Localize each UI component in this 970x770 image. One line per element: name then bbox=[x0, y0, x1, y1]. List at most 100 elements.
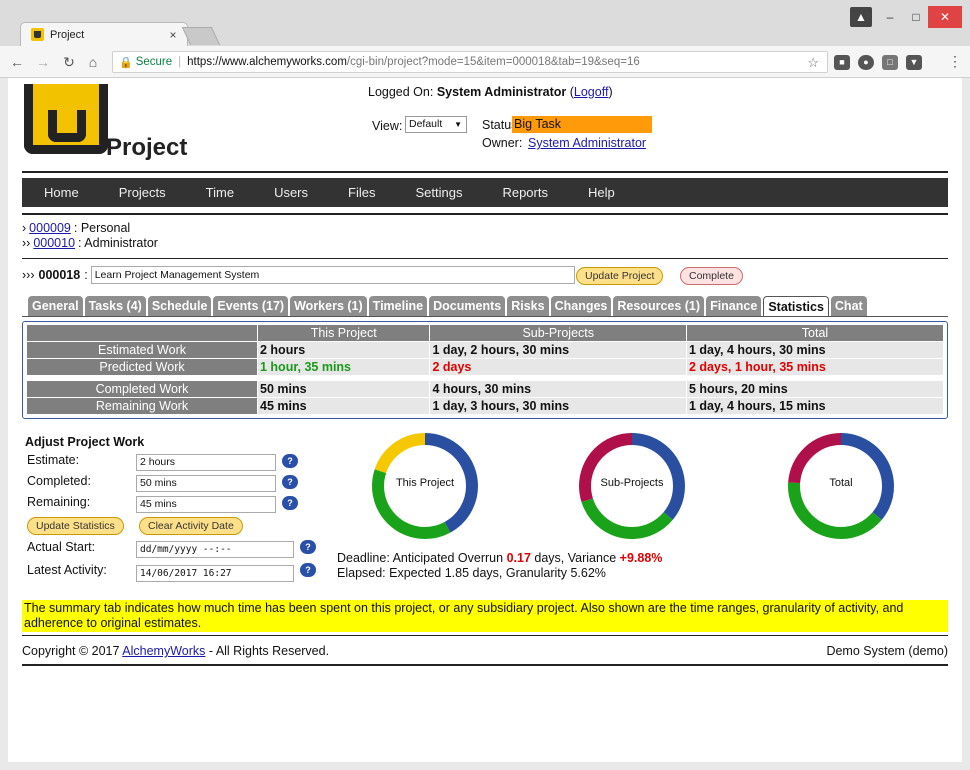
tab-resources-1[interactable]: Resources (1) bbox=[613, 296, 705, 316]
table-header-row: This Project Sub-Projects Total bbox=[27, 325, 943, 341]
close-window-icon[interactable]: ✕ bbox=[928, 6, 962, 28]
company-link[interactable]: AlchemyWorks bbox=[122, 644, 205, 658]
home-icon[interactable]: ⌂ bbox=[84, 53, 102, 71]
elapsed-line: Elapsed: Expected 1.85 days, Granularity… bbox=[337, 566, 606, 580]
project-row: ››› 000018 : Learn Project Management Sy… bbox=[22, 266, 575, 284]
close-tab-icon[interactable]: × bbox=[165, 28, 181, 42]
variance-value: +9.88% bbox=[619, 551, 663, 565]
tab-timeline[interactable]: Timeline bbox=[368, 296, 428, 316]
nav-item-files[interactable]: Files bbox=[328, 185, 395, 200]
table-cell: 2 days, 1 hour, 35 mins bbox=[687, 359, 943, 375]
statistics-table-box: This Project Sub-Projects Total Estimate… bbox=[22, 321, 948, 419]
browser-menu-icon[interactable]: ⋮ bbox=[948, 53, 962, 70]
complete-button[interactable]: Complete bbox=[680, 267, 743, 285]
minimize-icon[interactable]: – bbox=[876, 6, 904, 28]
system-name: Demo System (demo) bbox=[826, 644, 948, 658]
tab-tasks-4[interactable]: Tasks (4) bbox=[84, 296, 146, 316]
forward-icon[interactable]: → bbox=[34, 53, 52, 71]
bookmark-star-icon[interactable]: ☆ bbox=[807, 55, 819, 71]
nav-item-reports[interactable]: Reports bbox=[482, 185, 568, 200]
nav-item-help[interactable]: Help bbox=[568, 185, 635, 200]
extension-icon[interactable]: ▼ bbox=[906, 55, 922, 70]
help-icon[interactable]: ? bbox=[300, 563, 316, 577]
tab-schedule[interactable]: Schedule bbox=[147, 296, 212, 316]
tab-statistics[interactable]: Statistics bbox=[763, 296, 829, 317]
statistics-table: This Project Sub-Projects Total Estimate… bbox=[26, 324, 944, 415]
update-project-button[interactable]: Update Project bbox=[576, 267, 664, 285]
nav-item-projects[interactable]: Projects bbox=[99, 185, 186, 200]
estimate-input[interactable]: 2 hours bbox=[136, 454, 276, 471]
latest-activity-input[interactable]: 14/06/2017 16:27 bbox=[136, 565, 294, 582]
table-header: Total bbox=[687, 325, 943, 341]
help-banner: The summary tab indicates how much time … bbox=[22, 600, 948, 632]
tab-chat[interactable]: Chat bbox=[830, 296, 867, 316]
url-field[interactable]: 🔒 Secure | https://www.alchemyworks.com /… bbox=[112, 51, 828, 73]
divider bbox=[22, 213, 948, 215]
deadline-text: days, Variance bbox=[534, 551, 617, 565]
tab-risks[interactable]: Risks bbox=[507, 296, 549, 316]
nav-item-settings[interactable]: Settings bbox=[395, 185, 482, 200]
tab-finance[interactable]: Finance bbox=[706, 296, 762, 316]
update-statistics-button[interactable]: Update Statistics bbox=[27, 517, 124, 535]
table-row: Completed Work 50 mins 4 hours, 30 mins … bbox=[27, 381, 943, 397]
table-cell: 1 day, 2 hours, 30 mins bbox=[430, 342, 686, 358]
project-tabs: General Tasks (4) Schedule Events (17) Worke… bbox=[28, 296, 867, 317]
breadcrumb-link[interactable]: 000010 bbox=[33, 236, 75, 251]
url-separator: | bbox=[178, 56, 182, 68]
page: Project Logged On: System Administrator … bbox=[8, 78, 962, 762]
actual-start-label: Actual Start: bbox=[27, 540, 96, 554]
favicon-icon bbox=[31, 28, 44, 41]
extension-icon[interactable]: □ bbox=[882, 55, 898, 70]
help-icon[interactable]: ? bbox=[300, 540, 316, 554]
copyright-text: Copyright © 2017 bbox=[22, 644, 120, 658]
breadcrumb-link[interactable]: 000009 bbox=[29, 221, 71, 236]
tab-workers-1[interactable]: Workers (1) bbox=[290, 296, 367, 316]
remaining-input[interactable]: 45 mins bbox=[136, 496, 276, 513]
browser-tab[interactable]: Project × bbox=[20, 22, 188, 46]
address-bar: ← → ↻ ⌂ 🔒 Secure | https://www.alchemywo… bbox=[0, 46, 970, 78]
browser-tab-title: Project bbox=[50, 28, 85, 41]
nav-item-home[interactable]: Home bbox=[22, 185, 99, 200]
tab-documents[interactable]: Documents bbox=[429, 296, 506, 316]
app-title: Project bbox=[106, 134, 188, 161]
tab-events-17[interactable]: Events (17) bbox=[213, 296, 289, 316]
help-icon[interactable]: ? bbox=[282, 454, 298, 468]
reload-icon[interactable]: ↻ bbox=[60, 53, 78, 71]
maximize-icon[interactable]: □ bbox=[902, 6, 930, 28]
breadcrumb-name: : Personal bbox=[73, 221, 131, 235]
main-nav: Home Projects Time Users Files Settings Report… bbox=[22, 178, 948, 207]
project-name-input[interactable]: Learn Project Management System bbox=[90, 266, 575, 284]
completed-input[interactable]: 50 mins bbox=[136, 475, 276, 492]
divider bbox=[22, 635, 948, 636]
tab-changes[interactable]: Changes bbox=[550, 296, 612, 316]
clear-activity-date-button[interactable]: Clear Activity Date bbox=[139, 517, 243, 535]
url-path: /cgi-bin/project?mode=15&item=000018&tab… bbox=[346, 56, 640, 68]
owner-link[interactable]: System Administrator bbox=[528, 136, 646, 150]
user-icon[interactable]: ▲ bbox=[850, 7, 872, 27]
divider bbox=[22, 171, 948, 173]
tab-general[interactable]: General bbox=[28, 296, 83, 316]
view-select[interactable]: Default ▼ bbox=[405, 116, 467, 133]
donut-label: Sub-Projects bbox=[600, 477, 664, 489]
adjust-title: Adjust Project Work bbox=[25, 435, 145, 449]
nav-item-time[interactable]: Time bbox=[186, 185, 254, 200]
status-value: Big Task bbox=[512, 116, 652, 133]
extension-icon[interactable]: ● bbox=[858, 55, 874, 70]
back-icon[interactable]: ← bbox=[8, 53, 26, 71]
donut-label: Total bbox=[829, 477, 853, 489]
table-cell: 2 hours bbox=[258, 342, 430, 358]
nav-item-users[interactable]: Users bbox=[254, 185, 328, 200]
breadcrumb-prefix: › bbox=[22, 221, 27, 235]
extension-icon[interactable]: ■ bbox=[834, 55, 850, 70]
table-cell: 5 hours, 20 mins bbox=[687, 381, 943, 397]
actual-start-input[interactable]: dd/mm/yyyy --:-- bbox=[136, 541, 294, 558]
logged-on-info: Logged On: System Administrator (Logoff) bbox=[368, 85, 613, 99]
table-header: Sub-Projects bbox=[430, 325, 686, 341]
logoff-link[interactable]: Logoff bbox=[574, 85, 609, 99]
logged-on-label: Logged On: bbox=[368, 85, 434, 99]
browser-tabstrip: Project × ▲ – □ ✕ bbox=[0, 0, 970, 46]
latest-activity-label: Latest Activity: bbox=[27, 563, 107, 577]
help-icon[interactable]: ? bbox=[282, 496, 298, 510]
table-cell: 50 mins bbox=[258, 381, 430, 397]
help-icon[interactable]: ? bbox=[282, 475, 298, 489]
